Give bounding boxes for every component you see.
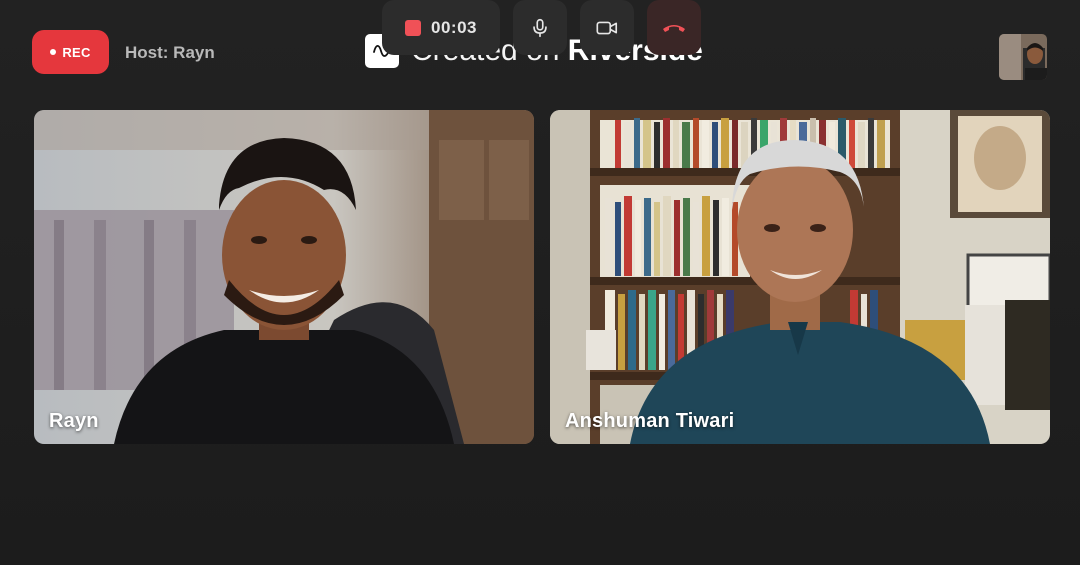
video-feed-anshuman-tiwari — [550, 110, 1050, 444]
participant-tile-anshuman-tiwari[interactable]: Anshuman Tiwari — [550, 110, 1050, 444]
recording-badge: REC — [32, 30, 109, 74]
rec-label: REC — [62, 44, 91, 60]
participant-name: Rayn — [49, 410, 99, 432]
video-camera-icon — [596, 21, 618, 34]
camera-button[interactable] — [580, 0, 634, 55]
stop-recording-icon[interactable] — [405, 19, 421, 36]
record-dot-icon — [50, 49, 57, 55]
video-feed-rayn — [34, 110, 534, 444]
end-call-icon — [663, 24, 685, 32]
end-call-button[interactable] — [647, 0, 701, 55]
microphone-icon — [533, 18, 547, 37]
recording-timer[interactable]: 00:03 — [382, 0, 500, 55]
microphone-button[interactable] — [513, 0, 567, 55]
host-label: Host: Rayn — [125, 43, 215, 62]
participant-name: Anshuman Tiwari — [565, 410, 735, 432]
participant-tile-rayn[interactable]: Rayn — [34, 110, 534, 444]
self-view-avatar[interactable] — [999, 34, 1047, 80]
timer-value: 00:03 — [431, 17, 477, 37]
